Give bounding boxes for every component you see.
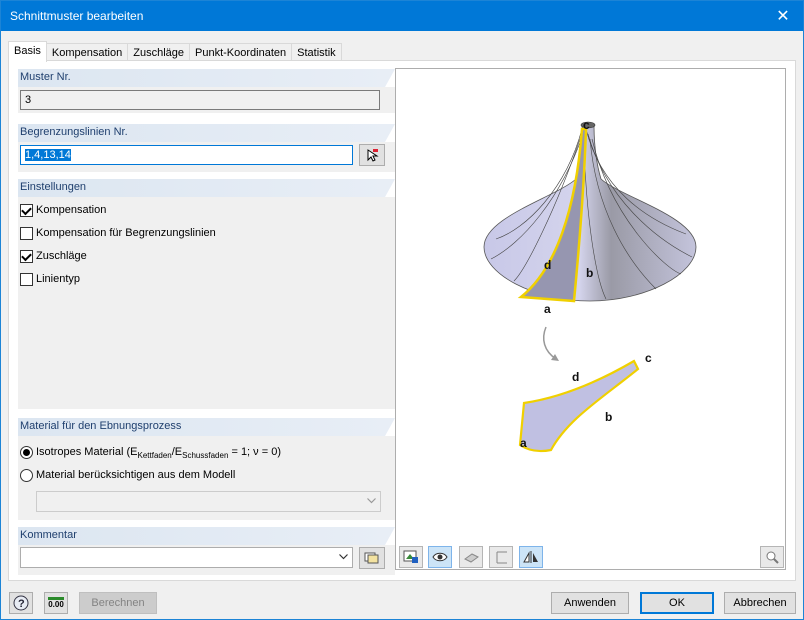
close-icon[interactable]: ✕ xyxy=(763,1,803,31)
axes-icon[interactable] xyxy=(489,546,513,568)
preview-label-c-flat: c xyxy=(645,351,652,365)
model-material-select xyxy=(36,491,381,512)
preview-label-b-top: b xyxy=(586,266,593,280)
surface-view-icon[interactable] xyxy=(459,546,483,568)
preview-label-d-flat: d xyxy=(572,370,579,384)
ok-button[interactable]: OK xyxy=(640,592,714,614)
einstellungen-header: Einstellungen xyxy=(18,179,395,197)
kommentar-header: Kommentar xyxy=(18,527,395,545)
modell-material-label: Material berücksichtigen aus dem Modell xyxy=(36,469,236,481)
zoom-reset-icon[interactable] xyxy=(760,546,784,568)
units-value: 0.00 xyxy=(48,597,64,609)
chevron-down-icon xyxy=(367,498,376,504)
kompensation-label: Kompensation xyxy=(36,204,107,216)
kommentar-group xyxy=(18,545,395,575)
cancel-button[interactable]: Abbrechen xyxy=(724,592,796,614)
muster-header: Muster Nr. xyxy=(18,69,395,87)
kommentar-library-button[interactable] xyxy=(359,547,385,569)
mirror-icon[interactable] xyxy=(519,546,543,568)
help-icon[interactable]: ? xyxy=(9,592,33,614)
begrenzung-group: 1,4,13,14 xyxy=(18,142,395,172)
isotropes-label: Isotropes Material (EKettfaden/ESchussfa… xyxy=(36,446,281,461)
preview-panel: c d b a c d b a xyxy=(395,68,786,570)
eye-settings-icon[interactable] xyxy=(428,546,452,568)
isotropes-radio[interactable] xyxy=(20,446,33,459)
preview-label-c-top: c xyxy=(583,118,590,132)
material-group: Isotropes Material (EKettfaden/ESchussfa… xyxy=(18,436,395,520)
einstellungen-group: Kompensation Kompensation für Begrenzung… xyxy=(18,197,395,409)
chevron-down-icon xyxy=(339,554,348,560)
muster-group: 3 xyxy=(18,87,395,113)
preview-label-a-top: a xyxy=(544,302,551,316)
begrenzung-input[interactable]: 1,4,13,14 xyxy=(20,145,353,165)
zuschlaege-label: Zuschläge xyxy=(36,250,87,262)
pattern-illustration: c d b a c d b a xyxy=(483,118,697,453)
arrow-head-icon xyxy=(551,354,559,361)
kompensation-begrenzung-checkbox[interactable] xyxy=(20,227,33,240)
begrenzung-value: 1,4,13,14 xyxy=(25,149,71,161)
preview-label-b-flat: b xyxy=(605,410,612,424)
muster-number-field: 3 xyxy=(20,90,380,110)
svg-text:?: ? xyxy=(18,598,25,610)
preview-label-a-flat: a xyxy=(520,436,527,450)
view-model-icon[interactable] xyxy=(399,546,423,568)
begrenzung-header: Begrenzungslinien Nr. xyxy=(18,124,395,142)
units-button[interactable]: 0.00 xyxy=(44,592,68,614)
material-header: Material für den Ebnungsprozess xyxy=(18,418,395,436)
kommentar-input[interactable] xyxy=(20,547,353,568)
tab-basis[interactable]: Basis xyxy=(8,41,47,62)
window-title: Schnittmuster bearbeiten xyxy=(10,9,144,23)
pick-icon[interactable] xyxy=(359,144,385,166)
compute-button[interactable]: Berechnen xyxy=(79,592,157,614)
title-bar: Schnittmuster bearbeiten ✕ xyxy=(1,1,803,31)
modell-material-radio[interactable] xyxy=(20,469,33,482)
dialog-window: Schnittmuster bearbeiten ✕ Basis Kompens… xyxy=(0,0,804,620)
apply-button[interactable]: Anwenden xyxy=(551,592,629,614)
linientyp-label: Linientyp xyxy=(36,273,81,285)
preview-label-d-top: d xyxy=(544,258,551,272)
kompensation-checkbox[interactable] xyxy=(20,204,33,217)
tab-bar: Basis Kompensation Zuschläge Punkt-Koord… xyxy=(8,41,342,62)
zuschlaege-checkbox[interactable] xyxy=(20,250,33,263)
flatten-arrow xyxy=(543,326,557,360)
kompensation-begrenzung-label: Kompensation für Begrenzungslinien xyxy=(36,227,216,239)
linientyp-checkbox[interactable] xyxy=(20,273,33,286)
